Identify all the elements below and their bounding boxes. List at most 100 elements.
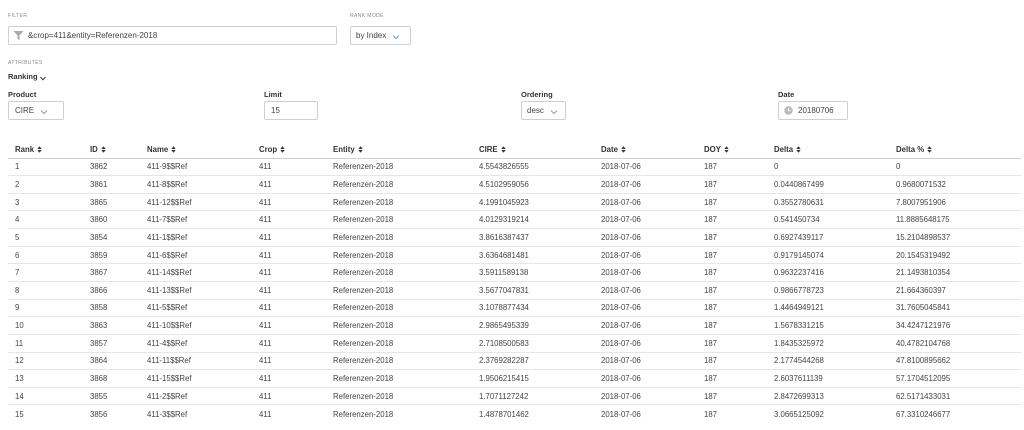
table-cell: 1.4464949121: [767, 299, 889, 318]
filter-input[interactable]: &crop=411&entity=Referenzen-2018: [8, 26, 337, 45]
table-cell: Referenzen-2018: [326, 369, 472, 388]
table-cell: 2018-07-06: [594, 281, 697, 300]
sort-icon: [621, 146, 626, 153]
product-label: Product: [8, 90, 37, 99]
table-cell: 187: [697, 316, 767, 335]
date-label: Date: [778, 90, 795, 99]
column-header-entity[interactable]: Entity: [326, 142, 472, 159]
table-cell: 411-10$$Ref: [140, 316, 252, 335]
table-body: 1 3862 411-9$$Ref 411 Referenzen-2018 4.55438…: [8, 158, 1021, 423]
table-cell: 187: [697, 352, 767, 371]
rank-mode-select[interactable]: by Index: [350, 26, 411, 45]
column-header-rank[interactable]: Rank: [8, 142, 83, 159]
table-cell: 3858: [83, 299, 140, 318]
table-cell: 9: [8, 299, 83, 318]
sort-icon: [101, 146, 106, 153]
table-cell: 411: [252, 352, 326, 371]
ranking-toggle[interactable]: Ranking: [8, 72, 46, 81]
table-row: 14 3855 411-2$$Ref 411 Referenzen-2018 1.7071…: [8, 387, 1021, 406]
column-header-crop[interactable]: Crop: [252, 142, 326, 159]
table-cell: 411-9$$Ref: [140, 158, 252, 177]
table-cell: 2018-07-06: [594, 369, 697, 388]
table-cell: 3861: [83, 175, 140, 194]
chevron-down-icon: [40, 108, 48, 114]
table-cell: 7: [8, 263, 83, 282]
table-cell: 411: [252, 334, 326, 353]
table-cell: 411-3$$Ref: [147, 409, 188, 419]
table-cell: 411-4$$Ref: [140, 334, 252, 353]
date-value: 20180706: [798, 106, 834, 115]
table-cell: 3859: [83, 246, 140, 265]
table-cell: 3867: [83, 263, 140, 282]
table-cell: 411: [252, 210, 326, 230]
column-header-label: CIRE: [479, 145, 498, 155]
table-cell: 31.7605045841: [889, 299, 1021, 318]
sort-icon: [37, 146, 42, 153]
column-header-delta[interactable]: Delta: [767, 142, 889, 159]
column-header-doy[interactable]: DOY: [697, 142, 767, 159]
table-cell: 411-15$$Ref: [140, 369, 252, 388]
column-header-cire[interactable]: CIRE: [472, 142, 594, 159]
table-cell: 187: [704, 409, 718, 419]
table-cell: Referenzen-2018: [326, 210, 472, 230]
table-row: 5 3854 411-1$$Ref 411 Referenzen-2018 3.86163…: [8, 228, 1021, 247]
table-cell: 2018-07-06: [594, 193, 697, 212]
table-cell: 411-2$$Ref: [140, 387, 252, 406]
table-cell: 40.4782104768: [889, 334, 1021, 353]
table-cell: 411: [252, 387, 326, 406]
table-cell: 4.0129319214: [472, 210, 594, 230]
ranking-toggle-label: Ranking: [8, 72, 38, 81]
ordering-select[interactable]: desc: [521, 101, 566, 120]
column-header-date[interactable]: Date: [594, 142, 697, 159]
table-cell: 411: [252, 281, 326, 300]
column-header-label: Entity: [333, 145, 355, 155]
table-cell: 187: [697, 246, 767, 265]
ordering-value: desc: [527, 106, 544, 115]
table-row: 13 3868 411-15$$Ref 411 Referenzen-2018 1.950…: [8, 369, 1021, 388]
table-cell: 6: [8, 246, 83, 265]
table-cell: 2018-07-06: [594, 228, 697, 247]
table-cell: 57.1704512095: [889, 369, 1021, 388]
table-cell: 411-13$$Ref: [140, 281, 252, 300]
table-cell: 2018-07-06: [594, 158, 697, 177]
table-cell: 5: [8, 228, 83, 247]
table-cell: 3862: [83, 158, 140, 177]
table-cell: 4.5102959056: [472, 175, 594, 194]
chevron-down-icon: [392, 33, 400, 39]
limit-value: 15: [271, 106, 280, 115]
table-row: 7 3867 411-14$$Ref 411 Referenzen-2018 3.5911…: [8, 263, 1021, 282]
limit-input[interactable]: 15: [264, 101, 318, 120]
table-cell: 2018-07-06: [594, 387, 697, 406]
table-cell: 411: [252, 263, 326, 282]
table-cell: 3.6364681481: [472, 246, 594, 265]
table-cell: 2018-07-06: [594, 352, 697, 371]
table-cell: 3855: [83, 387, 140, 406]
rank-mode-value: by Index: [356, 31, 387, 40]
table-cell: 1: [8, 158, 83, 177]
chevron-down-icon: [39, 74, 46, 81]
table-cell: 1.9506215415: [472, 369, 594, 388]
table-cell: 3.8616387437: [472, 228, 594, 247]
table-cell: Referenzen-2018: [326, 175, 472, 194]
table-cell: 14: [8, 387, 83, 406]
table-cell: 34.4247121976: [889, 316, 1021, 335]
table-cell: 411-6$$Ref: [140, 246, 252, 265]
table-cell: 1.4878701462: [479, 409, 529, 419]
filter-value: &crop=411&entity=Referenzen-2018: [28, 31, 158, 40]
column-header-delta[interactable]: Delta %: [889, 142, 1021, 159]
column-header-name[interactable]: Name: [140, 142, 252, 159]
table-cell: 187: [697, 299, 767, 318]
column-header-id[interactable]: ID: [83, 142, 140, 159]
table-cell: Referenzen-2018: [326, 387, 472, 406]
table-cell: 3857: [83, 334, 140, 353]
date-input[interactable]: 20180706: [778, 101, 848, 120]
table-cell: Referenzen-2018: [326, 299, 472, 318]
table-cell: 2018-07-06: [594, 210, 697, 230]
sort-icon: [796, 146, 801, 153]
sort-icon: [171, 146, 176, 153]
table-cell: 0: [767, 158, 889, 177]
table-cell: 411: [252, 369, 326, 388]
product-select[interactable]: CIRE: [8, 101, 64, 120]
table-cell: 4.5543826555: [472, 158, 594, 177]
table-cell: 12: [8, 352, 83, 371]
